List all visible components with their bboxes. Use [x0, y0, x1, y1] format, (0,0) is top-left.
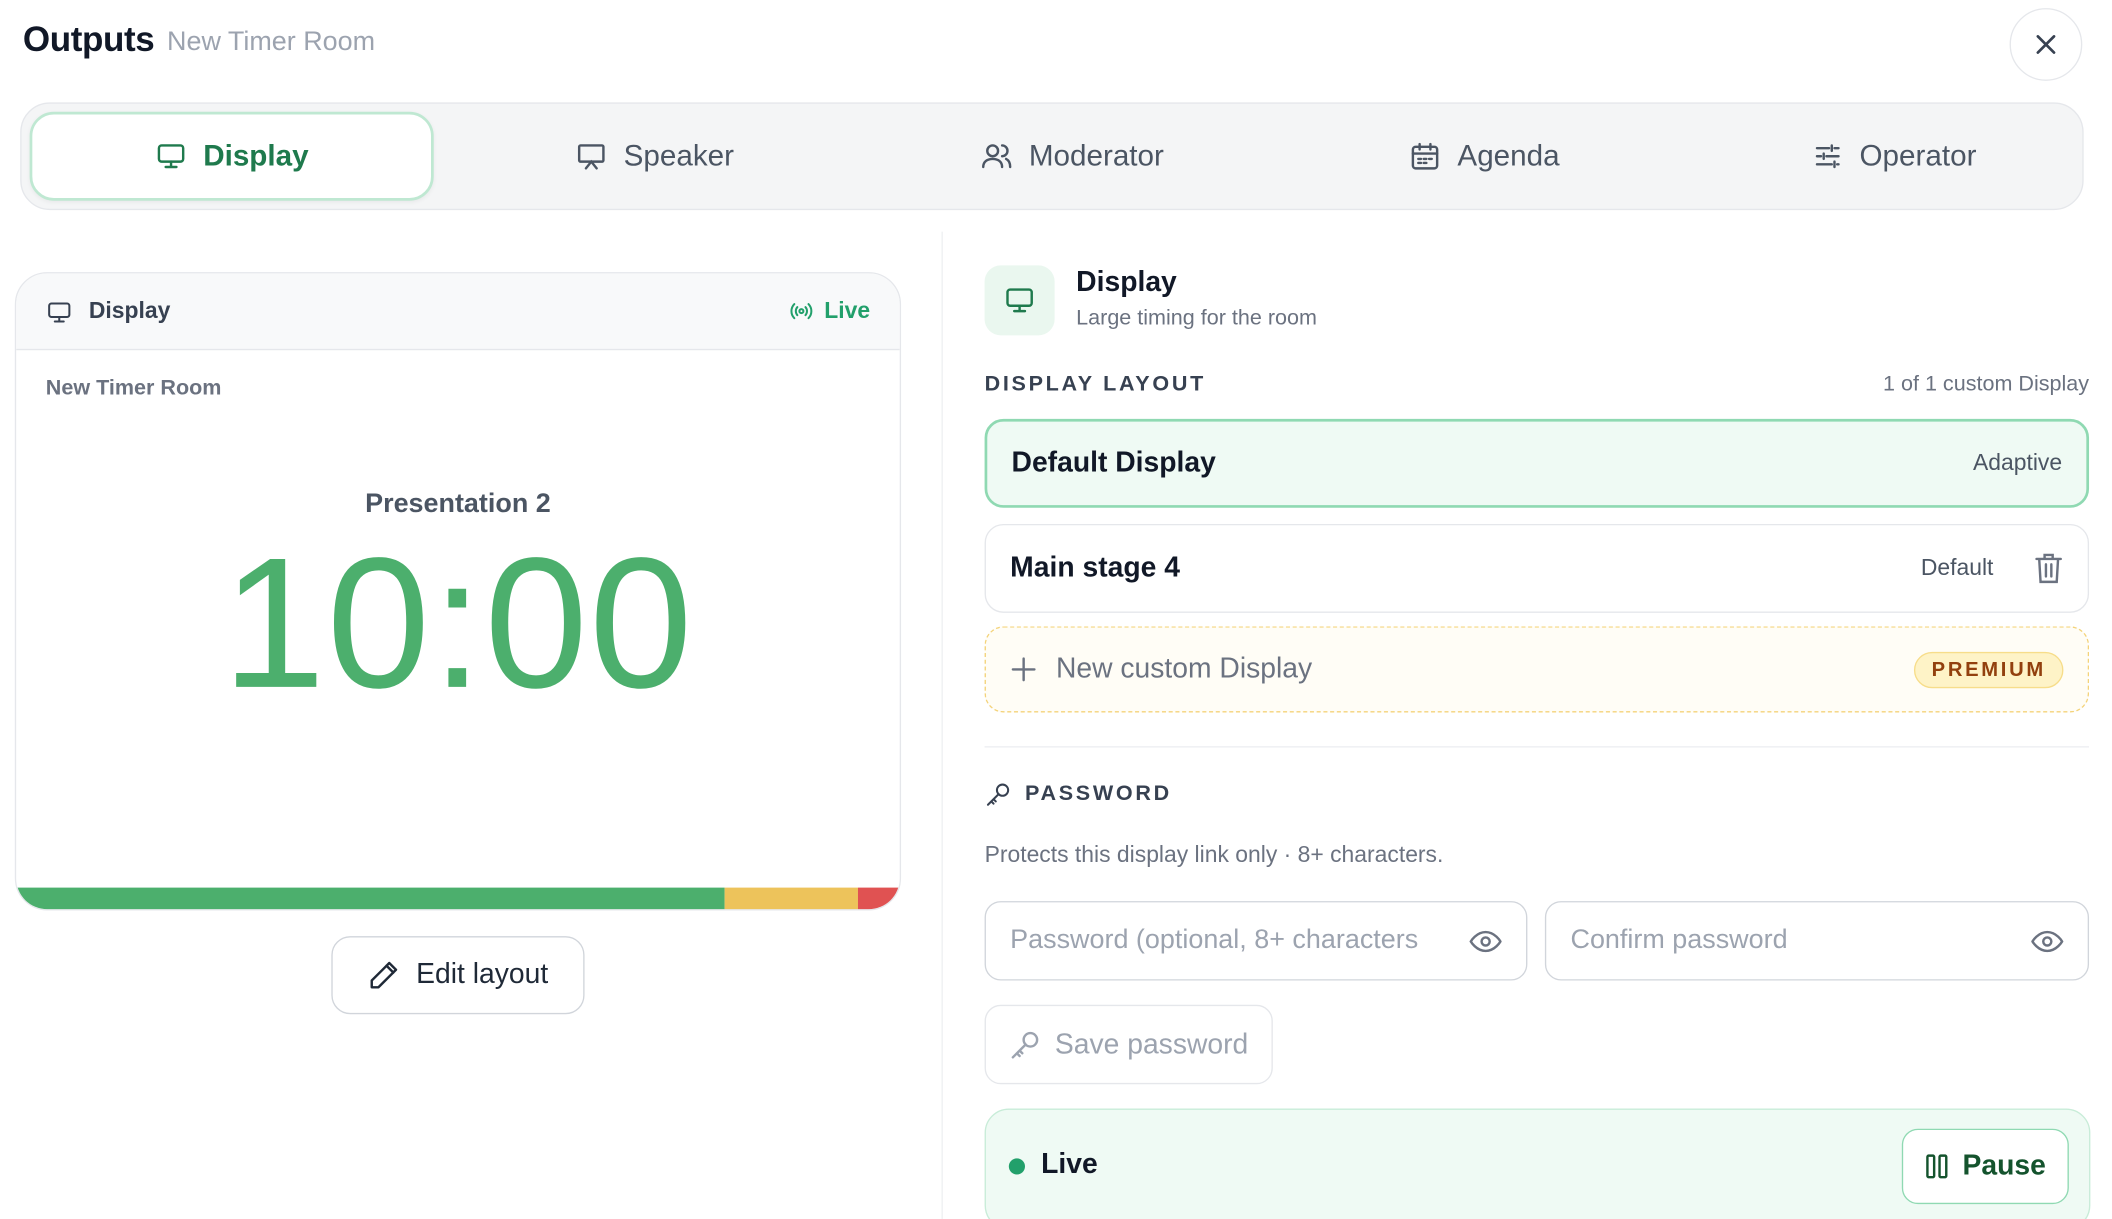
eye-icon[interactable] — [1469, 925, 1502, 957]
panel-title: Display — [1076, 266, 1177, 298]
password-label: PASSWORD — [1024, 782, 1172, 806]
display-preview: Display Live New Timer Room Presentation… — [14, 272, 902, 911]
edit-layout-label: Edit layout — [416, 958, 549, 990]
timer-value: 10:00 — [222, 519, 694, 728]
live-status-card: Live Pause — [984, 1108, 2091, 1219]
section-divider — [984, 746, 2090, 748]
page-title: Outputs — [22, 18, 155, 60]
layout-default-display[interactable]: Default Display Adaptive — [984, 418, 2090, 508]
display-layout-label: DISPLAY LAYOUT — [984, 373, 1206, 396]
live-indicator: Live — [789, 298, 870, 325]
pause-label: Pause — [1962, 1150, 2046, 1182]
progress-segment-yellow — [724, 887, 858, 910]
display-badge — [984, 265, 1055, 336]
live-dot — [1008, 1158, 1025, 1175]
progress-segment-green — [16, 887, 725, 910]
live-status: Live — [1041, 1148, 1098, 1180]
room-subtitle: New Timer Room — [167, 26, 376, 57]
broadcast-icon — [789, 299, 813, 323]
plus-icon — [1010, 656, 1037, 683]
eye-icon[interactable] — [2031, 925, 2064, 957]
layout-count: 1 of 1 custom Display — [1883, 373, 2090, 396]
panel-subtitle: Large timing for the room — [1076, 307, 1317, 330]
password-help: Protects this display link only · 8+ cha… — [984, 841, 1444, 868]
live-label: Live — [824, 297, 871, 324]
password-input[interactable] — [1010, 925, 1470, 957]
preview-header: Display Live — [16, 273, 900, 351]
layout-name: Default Display — [1011, 447, 1216, 479]
edit-layout-button[interactable]: Edit layout — [331, 936, 585, 1015]
close-icon — [2032, 31, 2059, 58]
monitor-icon — [155, 140, 187, 172]
presentation-icon — [575, 140, 607, 172]
tab-speaker[interactable]: Speaker — [453, 112, 857, 201]
tab-label: Operator — [1859, 138, 1977, 173]
preview-room-name: New Timer Room — [45, 377, 222, 401]
confirm-password-input[interactable] — [1570, 925, 2032, 957]
confirm-password-field[interactable] — [1544, 901, 2090, 981]
key-icon — [1009, 1028, 1041, 1060]
tab-moderator[interactable]: Moderator — [870, 112, 1274, 201]
pencil-icon — [368, 959, 400, 991]
tab-operator[interactable]: Operator — [1692, 112, 2096, 201]
tab-label: Display — [203, 138, 309, 173]
pause-button[interactable]: Pause — [1901, 1128, 2069, 1205]
new-custom-display-button[interactable]: New custom Display PREMIUM — [984, 626, 2090, 713]
layout-tag: Adaptive — [1972, 449, 2063, 476]
trash-icon[interactable] — [2034, 552, 2064, 584]
save-password-button[interactable]: Save password — [984, 1004, 1273, 1085]
password-field[interactable] — [984, 901, 1528, 981]
password-heading: PASSWORD — [985, 781, 1172, 808]
tab-agenda[interactable]: Agenda — [1282, 112, 1686, 201]
layout-tag: Default — [1920, 554, 1994, 581]
layout-main-stage[interactable]: Main stage 4 Default — [984, 523, 2090, 613]
tab-label: Speaker — [623, 138, 735, 173]
save-password-label: Save password — [1054, 1028, 1249, 1060]
premium-badge: PREMIUM — [1914, 651, 2064, 688]
tab-label: Moderator — [1028, 138, 1164, 173]
sliders-icon — [1811, 140, 1843, 172]
new-display-label: New custom Display — [1055, 653, 1313, 685]
output-tabs: Display Speaker Moderator Agenda Operato… — [20, 102, 2084, 211]
progress-segment-red — [857, 887, 900, 910]
presentation-name: Presentation 2 — [365, 488, 551, 519]
users-icon — [980, 140, 1012, 172]
calendar-icon — [1409, 140, 1441, 172]
tab-label: Agenda — [1457, 138, 1560, 173]
close-button[interactable] — [2009, 8, 2083, 81]
key-icon — [985, 781, 1012, 808]
panel-divider — [941, 231, 943, 1219]
monitor-icon — [1003, 284, 1035, 316]
preview-title: Display — [88, 297, 171, 324]
layout-name: Main stage 4 — [1010, 552, 1180, 584]
pause-icon — [1925, 1153, 1949, 1180]
monitor-icon — [46, 299, 73, 326]
tab-display[interactable]: Display — [29, 111, 434, 201]
